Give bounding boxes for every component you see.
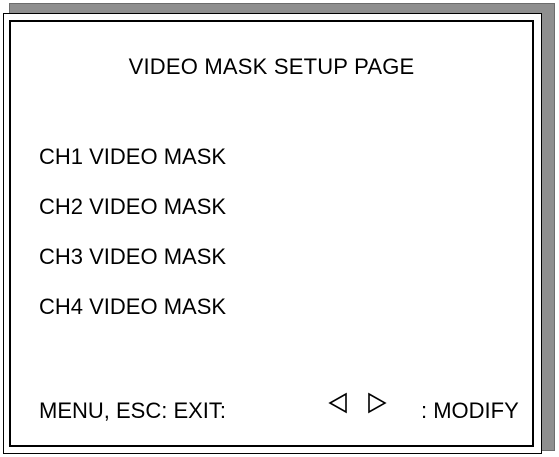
page-title: VIDEO MASK SETUP PAGE (128, 54, 415, 79)
modify-hint: : MODIFY (421, 398, 519, 423)
menu-item-ch4-video-mask[interactable]: CH4 VIDEO MASK (39, 294, 226, 320)
menu-item-ch3-video-mask[interactable]: CH3 VIDEO MASK (39, 244, 226, 270)
triangle-left-icon (328, 392, 347, 414)
menu-item-ch2-video-mask[interactable]: CH2 VIDEO MASK (39, 194, 226, 220)
setup-panel: VIDEO MASK SETUP PAGE CH1 VIDEO MASK CH2… (9, 20, 534, 447)
exit-hint: MENU, ESC: EXIT: (39, 398, 227, 423)
triangle-right-icon (368, 392, 387, 414)
menu-item-ch1-video-mask[interactable]: CH1 VIDEO MASK (39, 144, 226, 170)
